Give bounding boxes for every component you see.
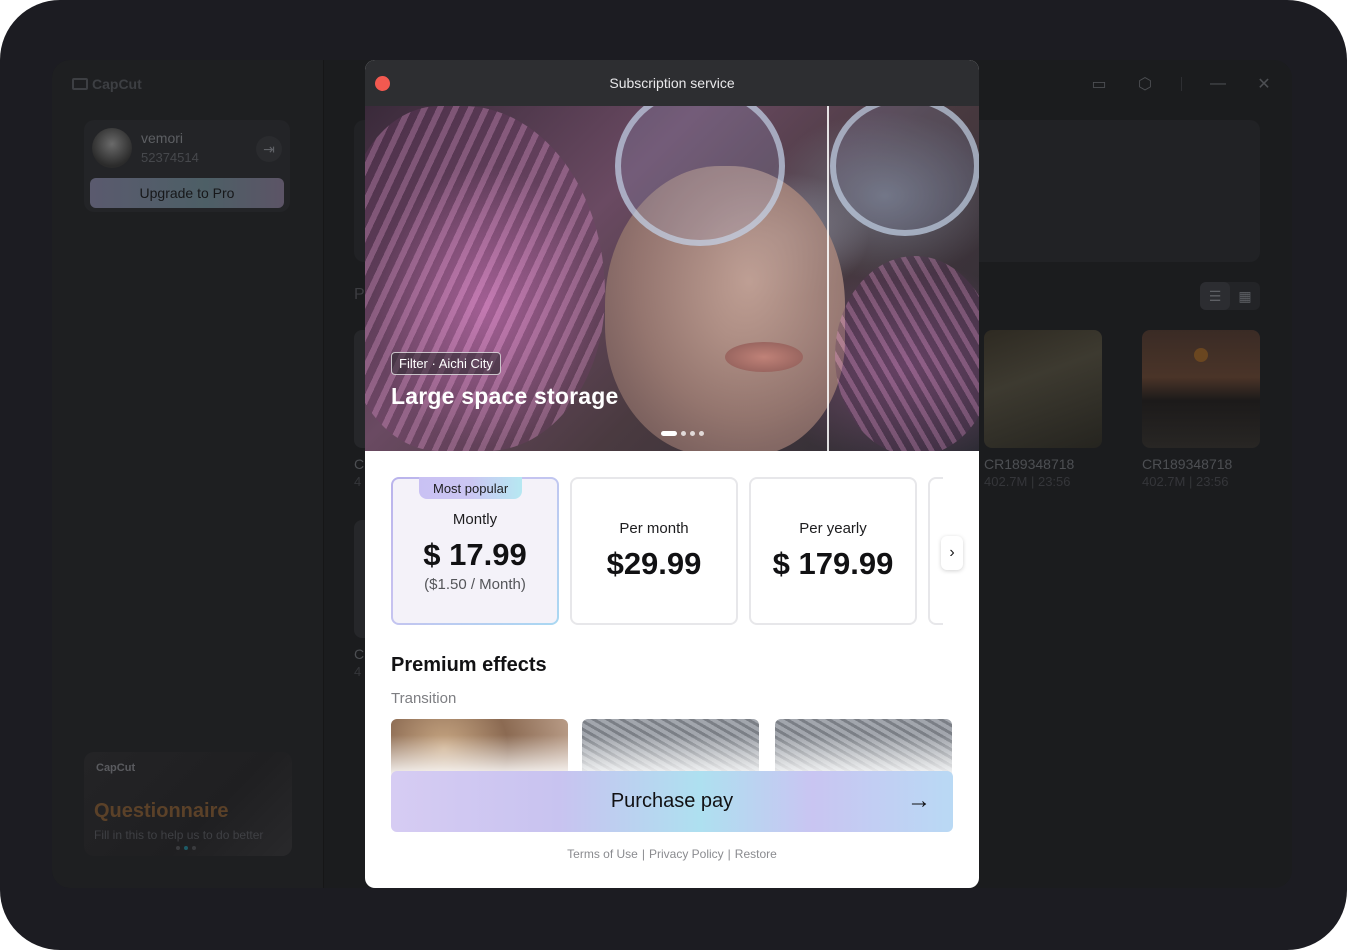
footer-separator: | xyxy=(641,847,645,861)
plan-price: $29.99 xyxy=(606,546,702,581)
questionnaire-banner[interactable]: CapCut Questionnaire Fill in this to hel… xyxy=(84,752,292,856)
questionnaire-logo: CapCut xyxy=(96,762,136,774)
plan-price: $ 17.99 xyxy=(423,537,527,572)
plan-name: Per month xyxy=(619,520,689,537)
terms-link[interactable]: Terms of Use xyxy=(567,847,638,861)
chevron-right-icon[interactable]: › xyxy=(941,536,963,570)
premium-effects-title: Premium effects xyxy=(391,654,547,676)
hero-pager xyxy=(661,431,704,436)
hero-image-glasses xyxy=(830,106,979,236)
project-title: CR189348718 xyxy=(984,456,1075,472)
minimize-icon[interactable]: — xyxy=(1208,74,1228,94)
plan-subprice: ($1.50 / Month) xyxy=(424,576,526,593)
app-logo: CapCut xyxy=(72,76,142,92)
arrow-right-icon: → xyxy=(907,787,931,814)
project-meta: 402.7M | 23:56 xyxy=(1142,474,1229,489)
pager-dot[interactable] xyxy=(176,846,180,850)
effect-thumbnail[interactable] xyxy=(391,719,568,779)
questionnaire-title: Questionnaire xyxy=(94,800,229,822)
project-title-fragment: C xyxy=(354,456,365,472)
modal-footer: Terms of Use | Privacy Policy | Restore xyxy=(365,847,979,861)
avatar[interactable] xyxy=(92,128,132,168)
subscription-modal: Subscription service Filter · Aichi City… xyxy=(365,60,979,888)
app-logo-text: CapCut xyxy=(92,76,142,92)
settings-icon[interactable]: ⬡ xyxy=(1135,74,1155,94)
before-after-divider[interactable] xyxy=(827,106,829,451)
grid-view-icon[interactable]: ▦ xyxy=(1230,282,1260,310)
capcut-logo-icon xyxy=(72,78,88,90)
questionnaire-pager xyxy=(176,846,196,850)
view-toggle: ☰ ▦ xyxy=(1200,282,1260,310)
projects-heading-fragment: P xyxy=(354,286,365,303)
toolbar-divider xyxy=(1181,77,1182,91)
effect-thumbnail[interactable] xyxy=(582,719,759,779)
project-thumbnail[interactable] xyxy=(984,330,1102,448)
restore-link[interactable]: Restore xyxy=(735,847,777,861)
plan-card-monthly[interactable]: Most popular Montly $ 17.99 ($1.50 / Mon… xyxy=(391,477,559,625)
user-name: vemori xyxy=(141,130,184,146)
project-meta-fragment: 4 xyxy=(354,664,362,679)
premium-effects-subtitle: Transition xyxy=(391,690,457,707)
hero-tag: Filter · Aichi City xyxy=(391,352,501,375)
pager-dot-active[interactable] xyxy=(184,846,188,850)
plan-card-per-month[interactable]: Per month $29.99 xyxy=(570,477,738,625)
window-controls: ▭ ⬡ — ✕ xyxy=(1089,74,1274,94)
project-meta-fragment: 4 xyxy=(354,474,362,489)
hero-pager-dot[interactable] xyxy=(690,431,695,436)
device-frame: CapCut vemori 52374514 ⇥ Upgrade to Pro … xyxy=(0,0,1347,950)
upgrade-to-pro-button[interactable]: Upgrade to Pro xyxy=(90,178,284,208)
user-card: vemori 52374514 ⇥ Upgrade to Pro xyxy=(84,120,290,212)
plan-card-per-yearly[interactable]: Per yearly $ 179.99 xyxy=(749,477,917,625)
hero-pager-dot[interactable] xyxy=(681,431,686,436)
sunset-image-detail xyxy=(1194,348,1208,362)
effect-thumbnail[interactable] xyxy=(775,719,952,779)
hero-title: Large space storage xyxy=(391,383,619,409)
most-popular-badge: Most popular xyxy=(419,477,523,499)
sidebar: CapCut vemori 52374514 ⇥ Upgrade to Pro … xyxy=(52,60,324,888)
purchase-pay-button[interactable]: Purchase pay → xyxy=(391,771,953,832)
project-title: CR189348718 xyxy=(1142,456,1233,472)
plan-price: $ 179.99 xyxy=(772,546,894,581)
hero-image-lips xyxy=(725,342,803,372)
project-meta: 402.7M | 23:56 xyxy=(984,474,1071,489)
modal-header: Subscription service xyxy=(365,60,979,106)
logout-icon[interactable]: ⇥ xyxy=(256,136,282,162)
privacy-link[interactable]: Privacy Policy xyxy=(649,847,724,861)
purchase-pay-label: Purchase pay xyxy=(610,790,734,812)
user-id: 52374514 xyxy=(141,150,199,165)
plan-name: Per yearly xyxy=(799,520,867,537)
pager-dot[interactable] xyxy=(192,846,196,850)
hero-pager-dot-active[interactable] xyxy=(661,431,677,436)
close-icon[interactable]: ✕ xyxy=(1254,74,1274,94)
modal-title: Subscription service xyxy=(609,75,735,91)
questionnaire-subtitle: Fill in this to help us to do better xyxy=(94,828,264,842)
hero-pager-dot[interactable] xyxy=(699,431,704,436)
project-title-fragment: C xyxy=(354,646,365,662)
hero-carousel[interactable]: Filter · Aichi City Large space storage xyxy=(365,106,979,451)
hero-image-hair xyxy=(835,256,979,451)
feedback-icon[interactable]: ▭ xyxy=(1089,74,1109,94)
project-thumbnail[interactable] xyxy=(1142,330,1260,448)
footer-separator: | xyxy=(727,847,731,861)
plan-list: Most popular Montly $ 17.99 ($1.50 / Mon… xyxy=(391,477,943,627)
plan-name: Montly xyxy=(452,511,498,528)
list-view-icon[interactable]: ☰ xyxy=(1200,282,1230,310)
